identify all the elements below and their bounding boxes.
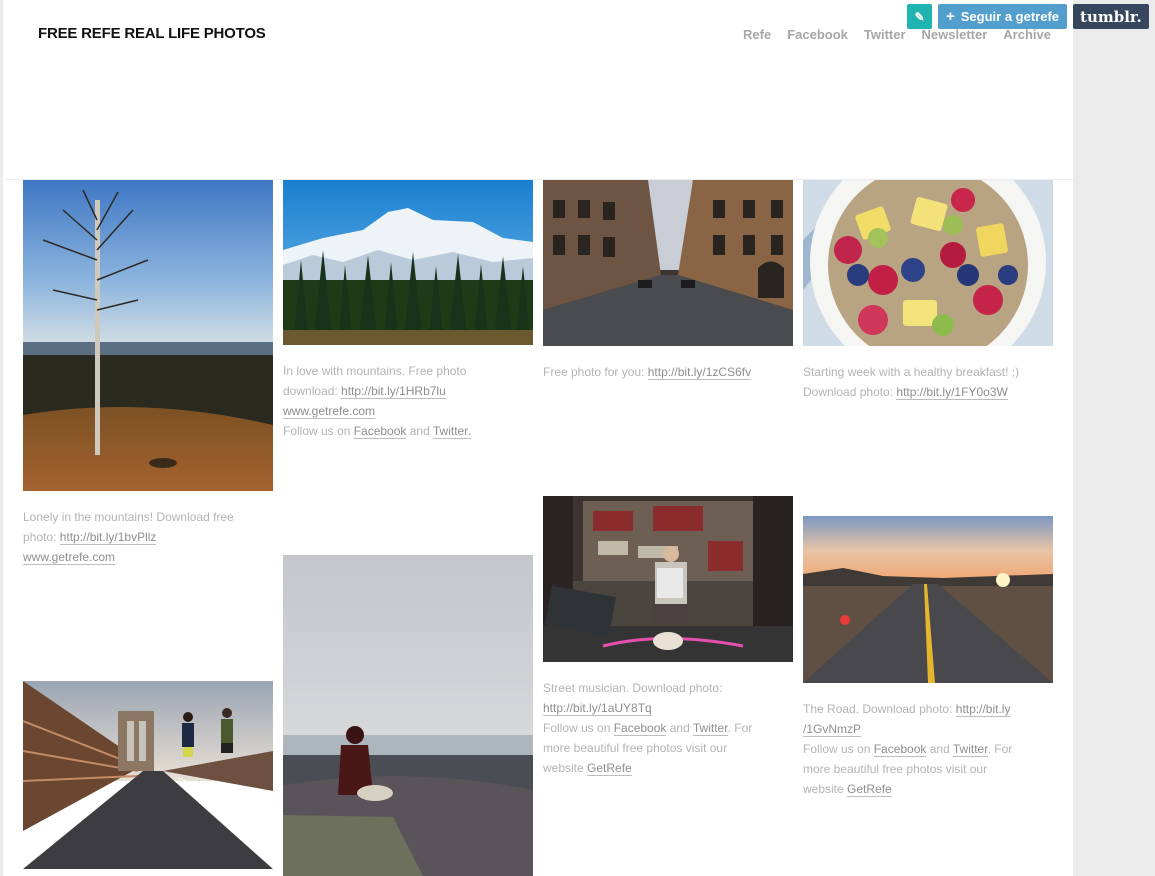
tumblr-controls: ✎ + Seguir a getrefe tumblr. bbox=[907, 4, 1149, 29]
photo-fruit-bowl[interactable] bbox=[803, 180, 1053, 346]
caption-text: . For bbox=[727, 721, 753, 735]
photo-city-street[interactable] bbox=[543, 180, 793, 346]
caption-line: In love with mountains. Free photo bbox=[283, 364, 467, 378]
caption-line: Starting week with a healthy breakfast! … bbox=[803, 365, 1020, 379]
facebook-link[interactable]: Facebook bbox=[873, 742, 927, 757]
download-link[interactable]: http://bit.ly bbox=[955, 702, 1011, 717]
caption-text: website bbox=[543, 761, 588, 775]
nav-archive[interactable]: Archive bbox=[1003, 27, 1051, 42]
caption-line: Lonely in the mountains! Download free bbox=[23, 510, 234, 524]
caption-text: . For bbox=[987, 742, 1013, 756]
photo-street-musician[interactable] bbox=[543, 496, 793, 662]
follow-button[interactable]: + Seguir a getrefe bbox=[938, 4, 1068, 29]
caption-text: Free photo for you: bbox=[543, 365, 648, 379]
caption-line: more beautiful free photos visit our bbox=[543, 741, 728, 755]
caption-text: Follow us on bbox=[283, 424, 354, 438]
post-hiker bbox=[283, 555, 533, 876]
nav-facebook[interactable]: Facebook bbox=[787, 27, 848, 42]
website-link[interactable]: www.getrefe.com bbox=[283, 404, 376, 419]
caption: The Road. Download photo: http://bit.ly … bbox=[803, 699, 1053, 799]
download-link[interactable]: http://bit.ly/1FY0o3W bbox=[896, 385, 1008, 400]
main-nav: Refe Facebook Twitter Newsletter Archive bbox=[743, 27, 1051, 42]
photo-mountains[interactable] bbox=[283, 180, 533, 345]
download-link[interactable]: http://bit.ly/1bvPllz bbox=[59, 530, 157, 545]
caption-text: and bbox=[666, 721, 693, 735]
post-street: Free photo for you: http://bit.ly/1zCS6f… bbox=[543, 180, 793, 382]
post-breakfast: Starting week with a healthy breakfast! … bbox=[803, 180, 1053, 402]
post-tree: Lonely in the mountains! Download free p… bbox=[23, 180, 273, 567]
post-musician: Street musician. Download photo: http://… bbox=[543, 496, 793, 778]
caption-text: Download photo: bbox=[803, 385, 897, 399]
nav-newsletter[interactable]: Newsletter bbox=[922, 27, 988, 42]
caption-text: photo: bbox=[23, 530, 60, 544]
plus-icon: + bbox=[946, 8, 955, 25]
nav-twitter[interactable]: Twitter bbox=[864, 27, 906, 42]
caption-text: download: bbox=[283, 384, 342, 398]
caption-line: more beautiful free photos visit our bbox=[803, 762, 988, 776]
facebook-link[interactable]: Facebook bbox=[613, 721, 667, 736]
caption: In love with mountains. Free photo downl… bbox=[283, 361, 533, 441]
caption-text: Follow us on bbox=[543, 721, 614, 735]
website-link[interactable]: www.getrefe.com bbox=[23, 550, 116, 565]
getrefe-link[interactable]: GetRefe bbox=[847, 782, 892, 797]
download-link-cont[interactable]: /1GvNmzP bbox=[803, 722, 862, 737]
twitter-link[interactable]: Twitter bbox=[952, 742, 988, 757]
photo-lonely-tree[interactable] bbox=[23, 180, 273, 491]
download-link[interactable]: http://bit.ly/1HRb7lu bbox=[341, 384, 446, 399]
tumblr-logo-button[interactable]: tumblr. bbox=[1073, 4, 1149, 29]
download-link[interactable]: http://bit.ly/1zCS6fv bbox=[647, 365, 752, 380]
post-runners bbox=[23, 681, 273, 869]
caption: Street musician. Download photo: http://… bbox=[543, 678, 793, 778]
post-mountains: In love with mountains. Free photo downl… bbox=[283, 180, 533, 441]
caption: Starting week with a healthy breakfast! … bbox=[803, 362, 1053, 402]
photo-road-sunset[interactable] bbox=[803, 516, 1053, 683]
follow-label: Seguir a getrefe bbox=[960, 9, 1060, 24]
caption-line: Street musician. Download photo: bbox=[543, 681, 723, 695]
caption: Free photo for you: http://bit.ly/1zCS6f… bbox=[543, 362, 793, 382]
caption-text: Follow us on bbox=[803, 742, 874, 756]
nav-refe[interactable]: Refe bbox=[743, 27, 771, 42]
photo-hiker-lake[interactable] bbox=[283, 555, 533, 876]
photo-bridge-runners[interactable] bbox=[23, 681, 273, 869]
download-link[interactable]: http://bit.ly/1aUY8Tq bbox=[543, 701, 652, 716]
post-road: The Road. Download photo: http://bit.ly … bbox=[803, 516, 1053, 799]
share-icon: ✎ bbox=[914, 9, 925, 24]
caption-text: website bbox=[803, 782, 848, 796]
caption-text: and bbox=[926, 742, 953, 756]
caption-text: The Road. Download photo: bbox=[803, 702, 956, 716]
caption: Lonely in the mountains! Download free p… bbox=[23, 507, 273, 567]
caption-text: and bbox=[406, 424, 433, 438]
site-title[interactable]: FREE REFE REAL LIFE PHOTOS bbox=[38, 25, 266, 42]
page: FREE REFE REAL LIFE PHOTOS Refe Facebook… bbox=[3, 0, 1073, 876]
twitter-link[interactable]: Twitter bbox=[692, 721, 728, 736]
share-button[interactable]: ✎ bbox=[907, 4, 932, 29]
twitter-link[interactable]: Twitter. bbox=[432, 424, 471, 439]
getrefe-link[interactable]: GetRefe bbox=[587, 761, 632, 776]
facebook-link[interactable]: Facebook bbox=[353, 424, 407, 439]
